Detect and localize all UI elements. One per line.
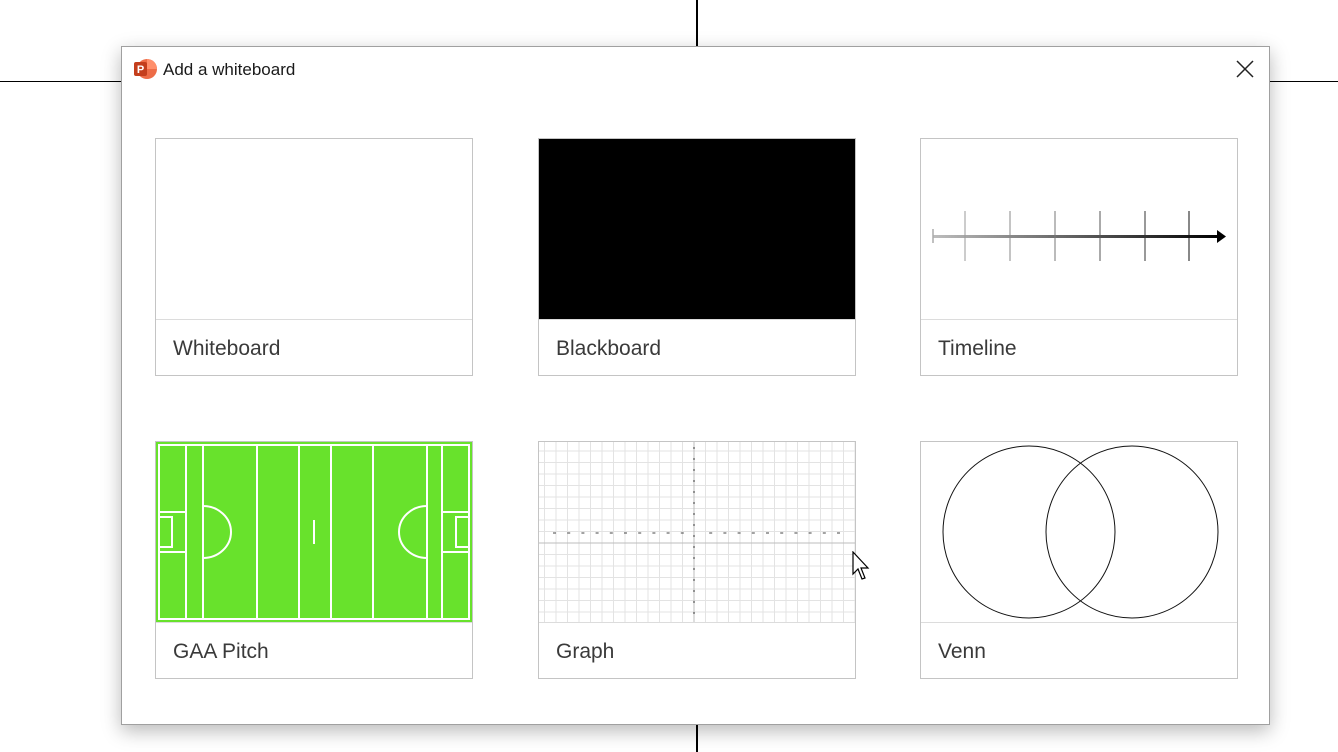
whiteboard-preview [156, 139, 472, 319]
template-label: GAA Pitch [173, 640, 269, 663]
template-card-whiteboard[interactable]: Whiteboard [155, 138, 473, 376]
gaa-pitch-preview [156, 442, 472, 622]
timeline-preview [932, 211, 1226, 261]
template-card-blackboard[interactable]: Blackboard [538, 138, 856, 376]
template-card-venn[interactable]: Venn [920, 441, 1238, 679]
background-line-horizontal-right [1270, 81, 1338, 82]
background-line-horizontal-left [0, 81, 121, 82]
background-line-vertical-top [696, 0, 698, 46]
template-card-graph[interactable]: Graph [538, 441, 856, 679]
graph-preview [539, 442, 855, 622]
template-label: Whiteboard [173, 337, 281, 360]
powerpoint-app-icon: P [134, 59, 157, 79]
mouse-pointer-icon [852, 551, 870, 580]
template-card-gaa-pitch[interactable]: GAA Pitch [155, 441, 473, 679]
template-label: Venn [938, 640, 986, 663]
template-label: Blackboard [556, 337, 662, 360]
dialog-title: Add a whiteboard [163, 60, 296, 79]
svg-text:P: P [137, 64, 144, 76]
title-bar: P Add a whiteboard [122, 47, 1269, 91]
template-label: Graph [556, 640, 615, 663]
close-icon[interactable] [1235, 59, 1255, 79]
venn-preview [942, 445, 1219, 619]
template-label: Timeline [938, 337, 1017, 360]
blackboard-preview [539, 139, 855, 319]
background-line-vertical-bottom [696, 725, 698, 752]
add-whiteboard-dialog: P Add a whiteboard Whiteboard Blackboard [121, 46, 1270, 725]
template-card-timeline[interactable]: Timeline [920, 138, 1238, 376]
